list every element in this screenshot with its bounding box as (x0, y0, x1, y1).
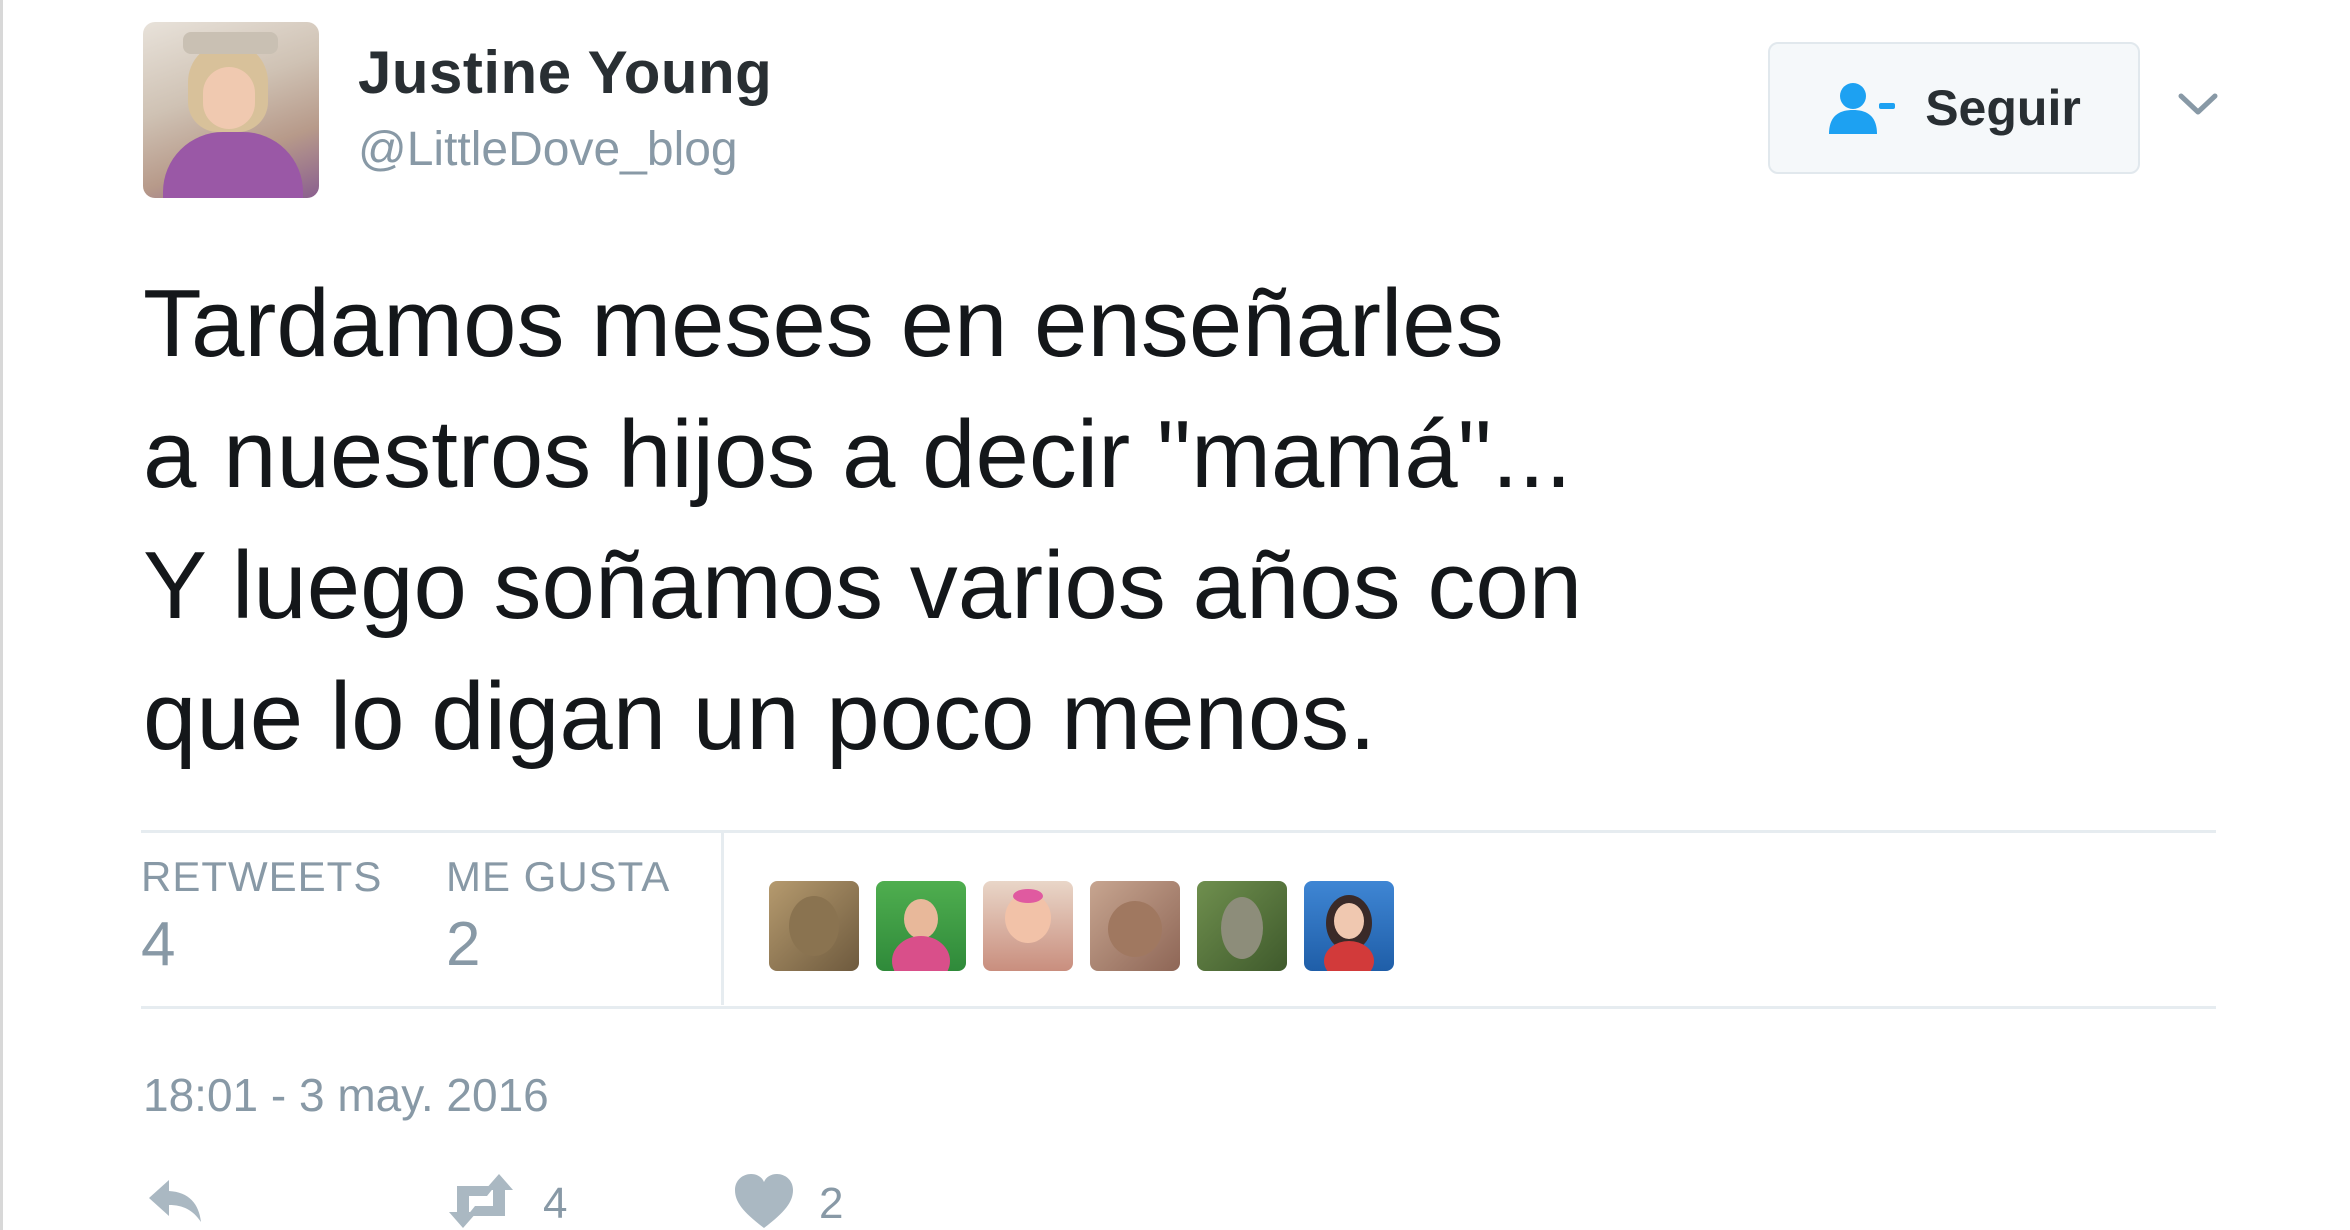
tweet-actions: 4 2 (143, 1172, 1043, 1230)
heart-icon (733, 1172, 795, 1230)
retweets-count: 4 (141, 910, 176, 979)
tweet-stats: RETWEETS 4 ME GUSTA 2 (141, 833, 2216, 1008)
avatar-hat (183, 32, 278, 54)
retweets-stat[interactable]: RETWEETS 4 (141, 853, 382, 980)
likes-count: 2 (446, 910, 481, 979)
retweets-label: RETWEETS (141, 853, 383, 900)
chevron-down-icon[interactable] (2173, 80, 2223, 130)
liker-avatar[interactable] (1197, 881, 1287, 971)
liker-avatar[interactable] (1304, 881, 1394, 971)
author-handle[interactable]: @LittleDove_blog (358, 122, 738, 177)
retweet-count: 4 (543, 1178, 568, 1228)
reply-button[interactable] (143, 1172, 207, 1230)
author-avatar[interactable] (143, 22, 319, 198)
likes-label: ME GUSTA (446, 853, 671, 900)
stats-bottom-divider (141, 1006, 2216, 1009)
avatar-face (203, 67, 255, 129)
add-user-icon (1827, 80, 1897, 136)
liker-avatar[interactable] (876, 881, 966, 971)
liker-avatars (769, 881, 1394, 971)
tweet-text: Tardamos meses en enseñarles a nuestros … (143, 270, 1583, 770)
like-button[interactable]: 2 (733, 1172, 843, 1230)
reply-icon (143, 1172, 207, 1230)
likes-stat[interactable]: ME GUSTA 2 (446, 853, 670, 980)
author-name[interactable]: Justine Young (358, 38, 772, 107)
stats-vertical-divider (721, 833, 724, 1005)
liker-avatar[interactable] (769, 881, 859, 971)
liker-avatar[interactable] (1090, 881, 1180, 971)
liker-avatar[interactable] (983, 881, 1073, 971)
tweet-timestamp[interactable]: 18:01 - 3 may. 2016 (143, 1068, 549, 1122)
like-count: 2 (819, 1178, 844, 1228)
follow-label: Seguir (1925, 80, 2081, 136)
tweet-card: Justine Young @LittleDove_blog Seguir Ta… (0, 0, 2350, 1230)
retweet-icon (443, 1172, 519, 1230)
avatar-shirt (163, 132, 303, 198)
follow-button[interactable]: Seguir (1768, 42, 2140, 174)
retweet-button[interactable]: 4 (443, 1172, 567, 1230)
